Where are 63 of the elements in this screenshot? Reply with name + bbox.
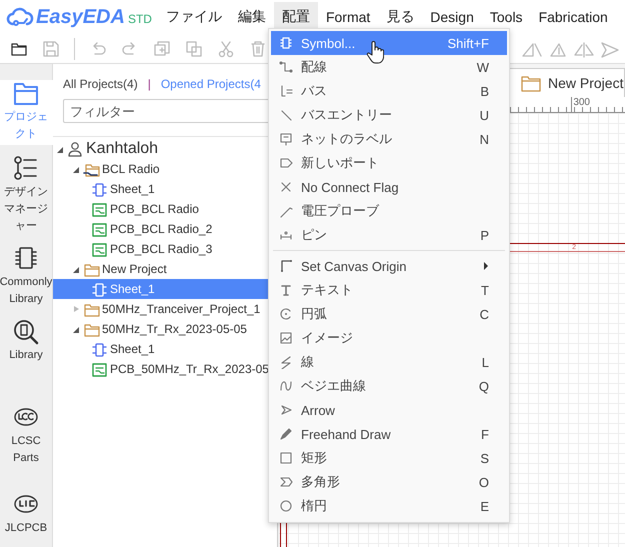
arrow-icon <box>279 403 293 417</box>
menu-item[interactable]: 見る <box>378 2 422 32</box>
bus-icon <box>279 84 293 98</box>
schematic-icon <box>91 180 108 198</box>
polygon-icon <box>279 475 293 489</box>
menu-item[interactable]: Design <box>422 3 482 31</box>
pcb-icon <box>91 220 108 238</box>
wire-icon <box>279 60 293 74</box>
duplicate-icon <box>153 40 171 58</box>
menu-item[interactable]: 編集 <box>230 2 274 32</box>
send-icon <box>599 40 621 58</box>
tab-separator: | <box>148 77 151 91</box>
copy-icon <box>185 40 203 58</box>
pcb-icon <box>91 240 108 258</box>
hand-cursor-icon <box>366 40 384 64</box>
menu-item[interactable]: Arrow <box>271 398 507 422</box>
cut-icon <box>217 40 235 58</box>
canvas-tab[interactable]: New Project <box>509 68 625 97</box>
pencil-icon <box>279 427 293 441</box>
magnifier-chip-icon <box>12 318 40 346</box>
sidebar-item[interactable]: LCSC Parts <box>0 404 52 467</box>
curve-icon <box>279 379 293 393</box>
flip-icon <box>573 40 595 58</box>
sidebar-item[interactable]: Commonly Library <box>0 245 52 308</box>
menu-item[interactable]: 楕円 E <box>271 494 507 518</box>
pcb-icon <box>91 360 108 378</box>
delete-icon <box>249 40 267 58</box>
origin-icon <box>279 259 293 273</box>
menu-item[interactable]: Tools <box>482 3 531 31</box>
cloud-logo-icon <box>6 6 34 28</box>
folder-icon <box>520 74 542 92</box>
pcb-icon <box>91 200 108 218</box>
menu-item[interactable]: 多角形 O <box>271 470 507 494</box>
sidebar-item[interactable]: Library <box>0 318 52 364</box>
user-icon <box>67 140 84 158</box>
menu-item[interactable]: Fabrication <box>530 3 616 31</box>
menu-item[interactable]: Format <box>318 3 378 31</box>
tag-icon <box>279 156 293 170</box>
sidebar-item[interactable]: プロジェクト <box>0 80 52 145</box>
menu-item[interactable]: ファイル <box>158 2 230 32</box>
label-icon <box>279 132 293 146</box>
text-icon <box>279 283 293 297</box>
schematic-icon <box>91 280 108 298</box>
zigzag-icon <box>279 355 293 369</box>
save-icon <box>42 40 60 58</box>
collapsed-arrow-icon <box>71 304 81 314</box>
line-icon <box>279 108 293 122</box>
square-icon <box>279 451 293 465</box>
menu-item[interactable]: 矩形 S <box>271 446 507 470</box>
app-logo: EasyEDA <box>36 6 125 28</box>
schematic-icon <box>91 340 108 358</box>
cross-icon <box>279 180 293 194</box>
edition-label: STD <box>128 12 152 26</box>
menu-item[interactable]: Freehand Draw F <box>271 422 507 446</box>
image-icon <box>279 331 293 345</box>
arc-icon <box>279 307 293 321</box>
chip-icon <box>279 36 293 50</box>
menu-item[interactable]: 配線 W <box>271 55 507 79</box>
circle-icon <box>279 499 293 513</box>
sidebar-item[interactable]: デザインマネージャー <box>0 155 52 235</box>
project-tab[interactable]: All Projects(4) <box>63 77 138 91</box>
folder-icon <box>12 80 40 108</box>
sidebar-item[interactable]: JLCPCB <box>0 491 52 537</box>
